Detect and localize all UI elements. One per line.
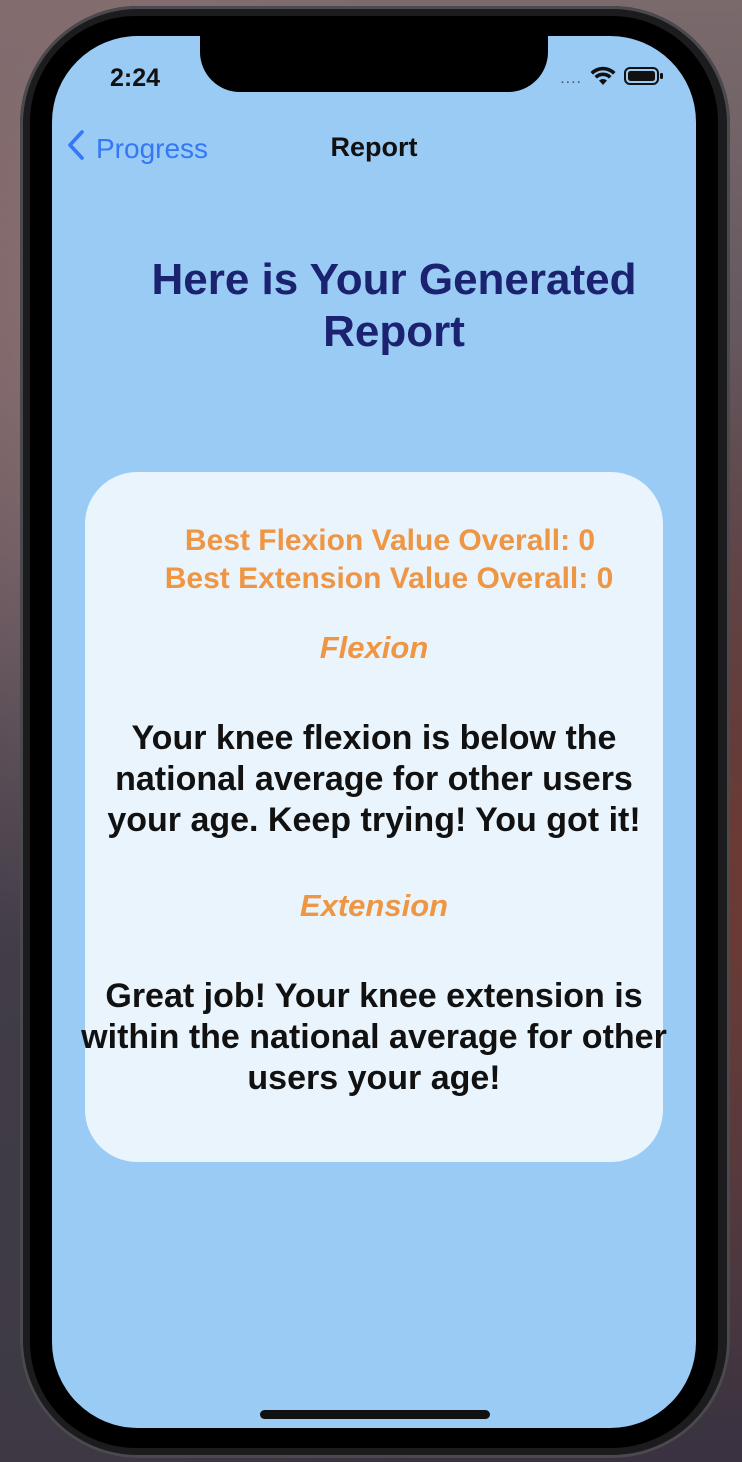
report-card: Best Flexion Value Overall: 0 Best Exten… <box>81 472 667 1162</box>
home-indicator[interactable] <box>260 1410 490 1419</box>
status-icons: .... <box>560 66 664 91</box>
extension-message: Great job! Your knee extension is within… <box>81 977 667 1097</box>
status-time: 2:24 <box>110 64 161 92</box>
signal-dots: .... <box>560 69 582 87</box>
navigation-bar: Progress Report <box>52 128 696 176</box>
extension-title: Extension <box>299 888 449 923</box>
best-extension-value: Best Extension Value Overall: 0 <box>164 562 614 595</box>
best-flexion-value: Best Flexion Value Overall: 0 <box>184 524 596 557</box>
page-heading: Here is Your Generated Report <box>151 255 637 356</box>
wifi-icon <box>590 66 616 91</box>
flexion-title: Flexion <box>319 630 429 665</box>
battery-icon <box>624 66 664 91</box>
flexion-message: Your knee flexion is below the national … <box>107 719 641 839</box>
notch <box>200 36 548 92</box>
app-screen: 2:24 .... Progress Report Here is Your G… <box>52 36 696 1428</box>
nav-title: Report <box>330 132 418 162</box>
